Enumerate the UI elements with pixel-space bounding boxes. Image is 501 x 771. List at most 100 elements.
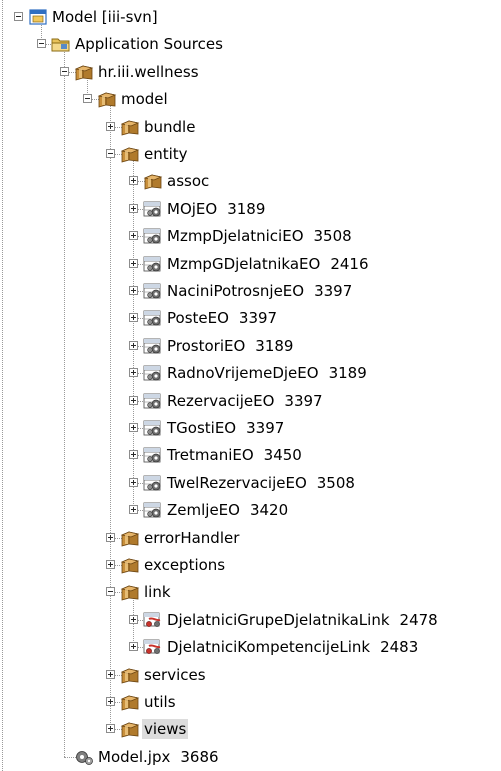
tree-node[interactable]: link <box>0 581 501 603</box>
tree-node-label[interactable]: Application Sources <box>73 34 225 54</box>
tree-node-label[interactable]: DjelatniciKompetencijeLink 2483 <box>165 637 420 657</box>
svn-revision: 2416 <box>330 255 369 273</box>
expand-toggle[interactable] <box>129 615 138 624</box>
expand-toggle[interactable] <box>129 505 138 514</box>
expand-toggle[interactable] <box>129 176 138 185</box>
expand-toggle[interactable] <box>129 204 138 213</box>
tree-node-label[interactable]: PosteEO 3397 <box>165 308 279 328</box>
tree-node-label[interactable]: errorHandler <box>142 528 241 548</box>
tree-node[interactable]: NaciniPotrosnjeEO 3397 <box>0 280 501 302</box>
tree-node-label[interactable]: link <box>142 582 173 602</box>
collapse-toggle[interactable] <box>60 67 69 76</box>
collapse-toggle[interactable] <box>37 39 46 48</box>
collapse-toggle[interactable] <box>106 587 115 596</box>
tree-node-label[interactable]: services <box>142 665 208 685</box>
tree-node[interactable]: entity <box>0 143 501 165</box>
entity-object-icon <box>143 309 163 327</box>
collapse-toggle[interactable] <box>106 149 115 158</box>
expand-toggle[interactable] <box>129 341 138 350</box>
expand-toggle[interactable] <box>129 396 138 405</box>
tree-node-label[interactable]: model <box>119 89 170 109</box>
tree-node[interactable]: DjelatniciGrupeDjelatnikaLink 2478 <box>0 609 501 631</box>
expand-toggle[interactable] <box>129 478 138 487</box>
tree-node[interactable]: model <box>0 88 501 110</box>
expand-toggle[interactable] <box>106 697 115 706</box>
tree-node-label[interactable]: MOjEO 3189 <box>165 199 267 219</box>
tree-node[interactable]: utils <box>0 691 501 713</box>
node-name: NaciniPotrosnjeEO <box>167 282 305 300</box>
project-file-icon <box>74 748 94 766</box>
tree-node[interactable]: views <box>0 718 501 740</box>
expand-toggle[interactable] <box>129 423 138 432</box>
tree-node-label[interactable]: exceptions <box>142 555 227 575</box>
expand-toggle[interactable] <box>129 286 138 295</box>
entity-object-icon <box>143 227 163 245</box>
tree-node-label[interactable]: entity <box>142 144 190 164</box>
expand-toggle[interactable] <box>106 533 115 542</box>
node-name: Model.jpx <box>98 748 171 766</box>
tree-node-label[interactable]: TwelRezervacijeEO 3508 <box>165 473 357 493</box>
tree-node-label[interactable]: TretmaniEO 3450 <box>165 445 304 465</box>
tree-node[interactable]: exceptions <box>0 554 501 576</box>
expand-toggle[interactable] <box>106 670 115 679</box>
node-name: assoc <box>167 172 210 190</box>
expand-toggle[interactable] <box>129 231 138 240</box>
tree-node-label[interactable]: RadnoVrijemeDjeEO 3189 <box>165 363 369 383</box>
entity-object-icon <box>143 501 163 519</box>
svn-revision: 2478 <box>399 611 438 629</box>
tree-node[interactable]: Model [iii-svn] <box>0 6 501 28</box>
tree-node-label[interactable]: views <box>142 719 189 739</box>
tree-node-label[interactable]: RezervacijeEO 3397 <box>165 391 325 411</box>
expand-toggle[interactable] <box>129 313 138 322</box>
tree-node[interactable]: RezervacijeEO 3397 <box>0 390 501 412</box>
tree-node-label[interactable]: Model [iii-svn] <box>50 7 160 27</box>
tree-node[interactable]: Application Sources <box>0 33 501 55</box>
tree-node-label[interactable]: MzmpDjelatniciEO 3508 <box>165 226 354 246</box>
tree-node-label[interactable]: bundle <box>142 117 197 137</box>
tree-node-label[interactable]: TGostiEO 3397 <box>165 418 286 438</box>
tree-node-label[interactable]: ProstoriEO 3189 <box>165 336 295 356</box>
tree-node[interactable]: hr.iii.wellness <box>0 61 501 83</box>
tree-node-label[interactable]: utils <box>142 692 178 712</box>
tree-node[interactable]: DjelatniciKompetencijeLink 2483 <box>0 636 501 658</box>
tree-node[interactable]: MzmpDjelatniciEO 3508 <box>0 225 501 247</box>
tree-node[interactable]: errorHandler <box>0 527 501 549</box>
tree-node[interactable]: MzmpGDjelatnikaEO 2416 <box>0 253 501 275</box>
entity-object-icon <box>143 337 163 355</box>
tree-node[interactable]: RadnoVrijemeDjeEO 3189 <box>0 362 501 384</box>
tree-node-label[interactable]: hr.iii.wellness <box>96 62 201 82</box>
tree-node[interactable]: services <box>0 664 501 686</box>
expand-toggle[interactable] <box>129 450 138 459</box>
collapse-toggle[interactable] <box>83 94 92 103</box>
tree-node-label[interactable]: ZemljeEO 3420 <box>165 500 290 520</box>
expand-toggle[interactable] <box>106 724 115 733</box>
tree-node[interactable]: PosteEO 3397 <box>0 307 501 329</box>
tree-node[interactable]: MOjEO 3189 <box>0 198 501 220</box>
tree-node[interactable]: TGostiEO 3397 <box>0 417 501 439</box>
tree-node[interactable]: bundle <box>0 116 501 138</box>
project-navigator-tree: Model [iii-svn] Application Sources hr.iii… <box>0 0 501 771</box>
node-name: Model [iii-svn] <box>52 8 158 26</box>
tree-node-label[interactable]: Model.jpx 3686 <box>96 747 221 767</box>
tree-node-label[interactable]: NaciniPotrosnjeEO 3397 <box>165 281 354 301</box>
entity-object-icon <box>143 419 163 437</box>
tree-node[interactable]: TretmaniEO 3450 <box>0 444 501 466</box>
tree-node[interactable]: Model.jpx 3686 <box>0 746 501 768</box>
tree-node-label[interactable]: assoc <box>165 171 211 191</box>
expand-toggle[interactable] <box>129 368 138 377</box>
expand-toggle[interactable] <box>129 259 138 268</box>
entity-object-icon <box>143 446 163 464</box>
expand-toggle[interactable] <box>106 122 115 131</box>
tree-node[interactable]: ZemljeEO 3420 <box>0 499 501 521</box>
tree-node[interactable]: assoc <box>0 170 501 192</box>
tree-node-label[interactable]: MzmpGDjelatnikaEO 2416 <box>165 254 371 274</box>
tree-node[interactable]: ProstoriEO 3189 <box>0 335 501 357</box>
collapse-toggle[interactable] <box>14 12 23 21</box>
expand-toggle[interactable] <box>129 642 138 651</box>
node-name: views <box>144 720 187 738</box>
tree-node-label[interactable]: DjelatniciGrupeDjelatnikaLink 2478 <box>165 610 440 630</box>
tree-node[interactable]: TwelRezervacijeEO 3508 <box>0 472 501 494</box>
node-name: MzmpGDjelatnikaEO <box>167 255 321 273</box>
expand-toggle[interactable] <box>106 560 115 569</box>
entity-object-icon <box>143 474 163 492</box>
